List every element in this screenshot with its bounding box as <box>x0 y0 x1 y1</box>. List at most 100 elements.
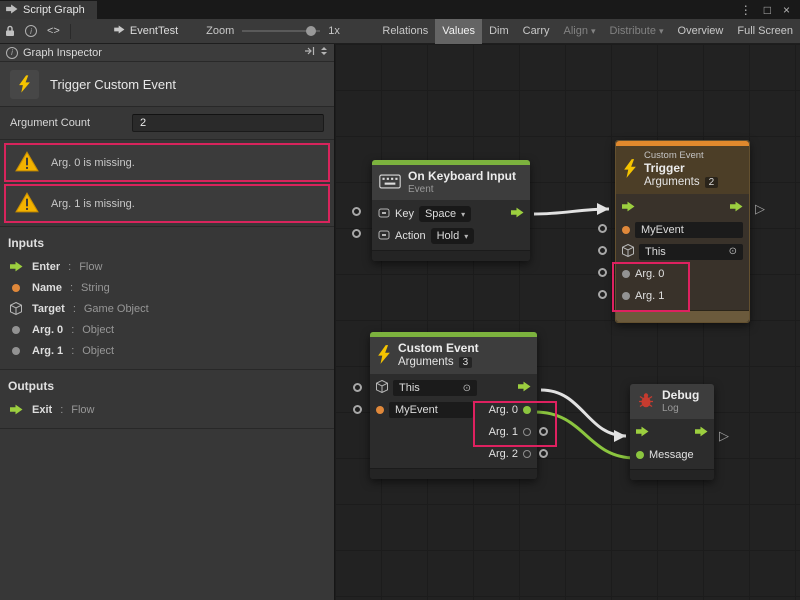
zoom-slider-handle[interactable] <box>306 26 316 36</box>
key-row: Key Space▾ <box>372 203 530 225</box>
run-arrow-icon: ▷ <box>719 428 729 444</box>
warning-icon <box>15 192 39 216</box>
input-row-name: Name:String <box>0 277 334 298</box>
node-trigger-custom-event[interactable]: Custom Event Trigger Arguments2 MyEvent … <box>615 140 750 323</box>
argument-count-label: Argument Count <box>10 117 90 129</box>
chevron-down-icon: ▾ <box>659 26 664 37</box>
zoom-value: 1x <box>328 25 340 37</box>
flow-in-port[interactable] <box>636 426 649 440</box>
action-row: Action Hold▾ <box>372 225 530 247</box>
pane-menu-icon[interactable] <box>320 46 328 59</box>
port-trigger-target[interactable] <box>598 246 607 255</box>
graph-breadcrumb[interactable]: EventTest <box>114 25 178 37</box>
node-footer <box>616 310 749 322</box>
target-field[interactable]: This⊙ <box>639 244 743 260</box>
port-trigger-arg0[interactable] <box>598 268 607 277</box>
flow-in-port[interactable] <box>622 201 635 215</box>
outputs-heading: Outputs <box>0 370 334 399</box>
relations-button[interactable]: Relations <box>375 19 435 44</box>
event-name-field[interactable]: MyEvent <box>635 222 743 238</box>
dock-icon[interactable] <box>304 46 315 59</box>
action-dropdown[interactable]: Hold▾ <box>431 228 475 244</box>
flow-row <box>616 197 749 219</box>
arg1-port[interactable] <box>523 428 531 436</box>
custom-event-icon <box>10 70 39 99</box>
target-field[interactable]: This⊙ <box>393 380 477 396</box>
info-icon: i <box>6 47 18 59</box>
flow-out-port[interactable] <box>730 201 743 215</box>
gameobject-cube-icon <box>8 302 24 315</box>
overview-button[interactable]: Overview <box>671 19 731 44</box>
node-on-keyboard-input[interactable]: On Keyboard Input Event Key Space▾ Actio… <box>372 160 530 261</box>
node-title: On Keyboard Input <box>408 170 516 184</box>
message-port[interactable] <box>636 451 644 459</box>
distribute-button[interactable]: Distribute▾ <box>603 19 671 44</box>
node-custom-event[interactable]: Custom Event Arguments3 This⊙ MyEvent Ar… <box>370 332 537 479</box>
graph-name-label: EventTest <box>130 25 178 37</box>
input-row-arg0: Arg. 0:Object <box>0 319 334 340</box>
window-menu-icon[interactable]: ⋮ <box>740 3 752 17</box>
port-trigger-name[interactable] <box>598 224 607 233</box>
node-footer <box>372 250 530 261</box>
flow-out-port[interactable] <box>518 381 531 395</box>
chevron-down-icon: ▾ <box>591 26 596 37</box>
arg2-port[interactable] <box>523 450 531 458</box>
keycap-icon <box>378 207 390 222</box>
node-title: Debug <box>662 389 699 403</box>
values-button[interactable]: Values <box>435 19 482 44</box>
maximize-icon[interactable]: □ <box>764 3 771 17</box>
node-header: Custom Event Arguments3 <box>370 337 537 374</box>
argument-count-input[interactable]: 2 <box>132 114 324 132</box>
flow-out-port[interactable] <box>695 426 708 440</box>
gameobject-cube-icon[interactable] <box>622 244 634 260</box>
chevron-down-icon: ▾ <box>461 210 465 219</box>
port-keyboard-action[interactable] <box>352 229 361 238</box>
string-port-icon[interactable] <box>376 406 384 414</box>
key-dropdown[interactable]: Space▾ <box>419 206 471 222</box>
node-debug-log[interactable]: Debug Log Message <box>630 384 714 480</box>
port-arguments-name[interactable] <box>353 405 362 414</box>
graph-inspector-title: Graph Inspector <box>23 47 102 59</box>
warning-text: Arg. 1 is missing. <box>51 198 135 210</box>
port-arguments-arg2[interactable] <box>539 449 548 458</box>
carry-button[interactable]: Carry <box>516 19 557 44</box>
arg0-port[interactable] <box>523 406 531 414</box>
key-label: Key <box>395 208 414 220</box>
flow-out-port[interactable] <box>511 207 524 221</box>
tab-script-graph[interactable]: Script Graph <box>0 1 97 19</box>
port-trigger-arg1[interactable] <box>598 290 607 299</box>
event-name-field[interactable]: MyEvent <box>389 402 473 418</box>
graph-inspector-panel: i Graph Inspector Trigger Custom Event A… <box>0 44 335 600</box>
align-button[interactable]: Align▾ <box>557 19 603 44</box>
graph-canvas[interactable]: On Keyboard Input Event Key Space▾ Actio… <box>335 44 800 600</box>
argument-count-badge: 3 <box>459 357 473 369</box>
target-picker-icon[interactable]: ⊙ <box>729 246 737 257</box>
string-port-icon[interactable] <box>622 226 630 234</box>
flow-row <box>630 422 714 444</box>
arg1-row: Arg. 1 <box>370 421 537 443</box>
node-header: Custom Event Trigger Arguments2 <box>616 146 749 194</box>
target-picker-icon[interactable]: ⊙ <box>463 383 471 394</box>
info-icon[interactable]: i <box>20 25 42 37</box>
close-icon[interactable]: × <box>783 3 790 17</box>
zoom-slider[interactable] <box>242 30 320 32</box>
object-port-icon[interactable] <box>622 270 630 278</box>
node-subtitle: Arguments <box>398 356 454 369</box>
port-arguments-target[interactable] <box>353 383 362 392</box>
node-subtitle: Event <box>408 184 516 196</box>
run-arrow-icon: ▷ <box>755 201 765 217</box>
custom-event-icon <box>623 159 637 181</box>
object-port-icon[interactable] <box>622 292 630 300</box>
warning-arg1: Arg. 1 is missing. <box>4 184 330 223</box>
port-keyboard-key[interactable] <box>352 207 361 216</box>
gameobject-cube-icon[interactable] <box>376 380 388 396</box>
message-label: Message <box>649 449 694 461</box>
port-arguments-arg1[interactable] <box>539 427 548 436</box>
code-icon[interactable]: <> <box>42 25 65 37</box>
arg1-label: Arg. 1 <box>489 426 518 438</box>
keycap-icon <box>378 229 390 244</box>
lock-icon[interactable] <box>0 25 20 37</box>
dim-button[interactable]: Dim <box>482 19 516 44</box>
fullscreen-button[interactable]: Full Screen <box>730 19 800 44</box>
event-name-row: MyEvent <box>616 219 749 241</box>
